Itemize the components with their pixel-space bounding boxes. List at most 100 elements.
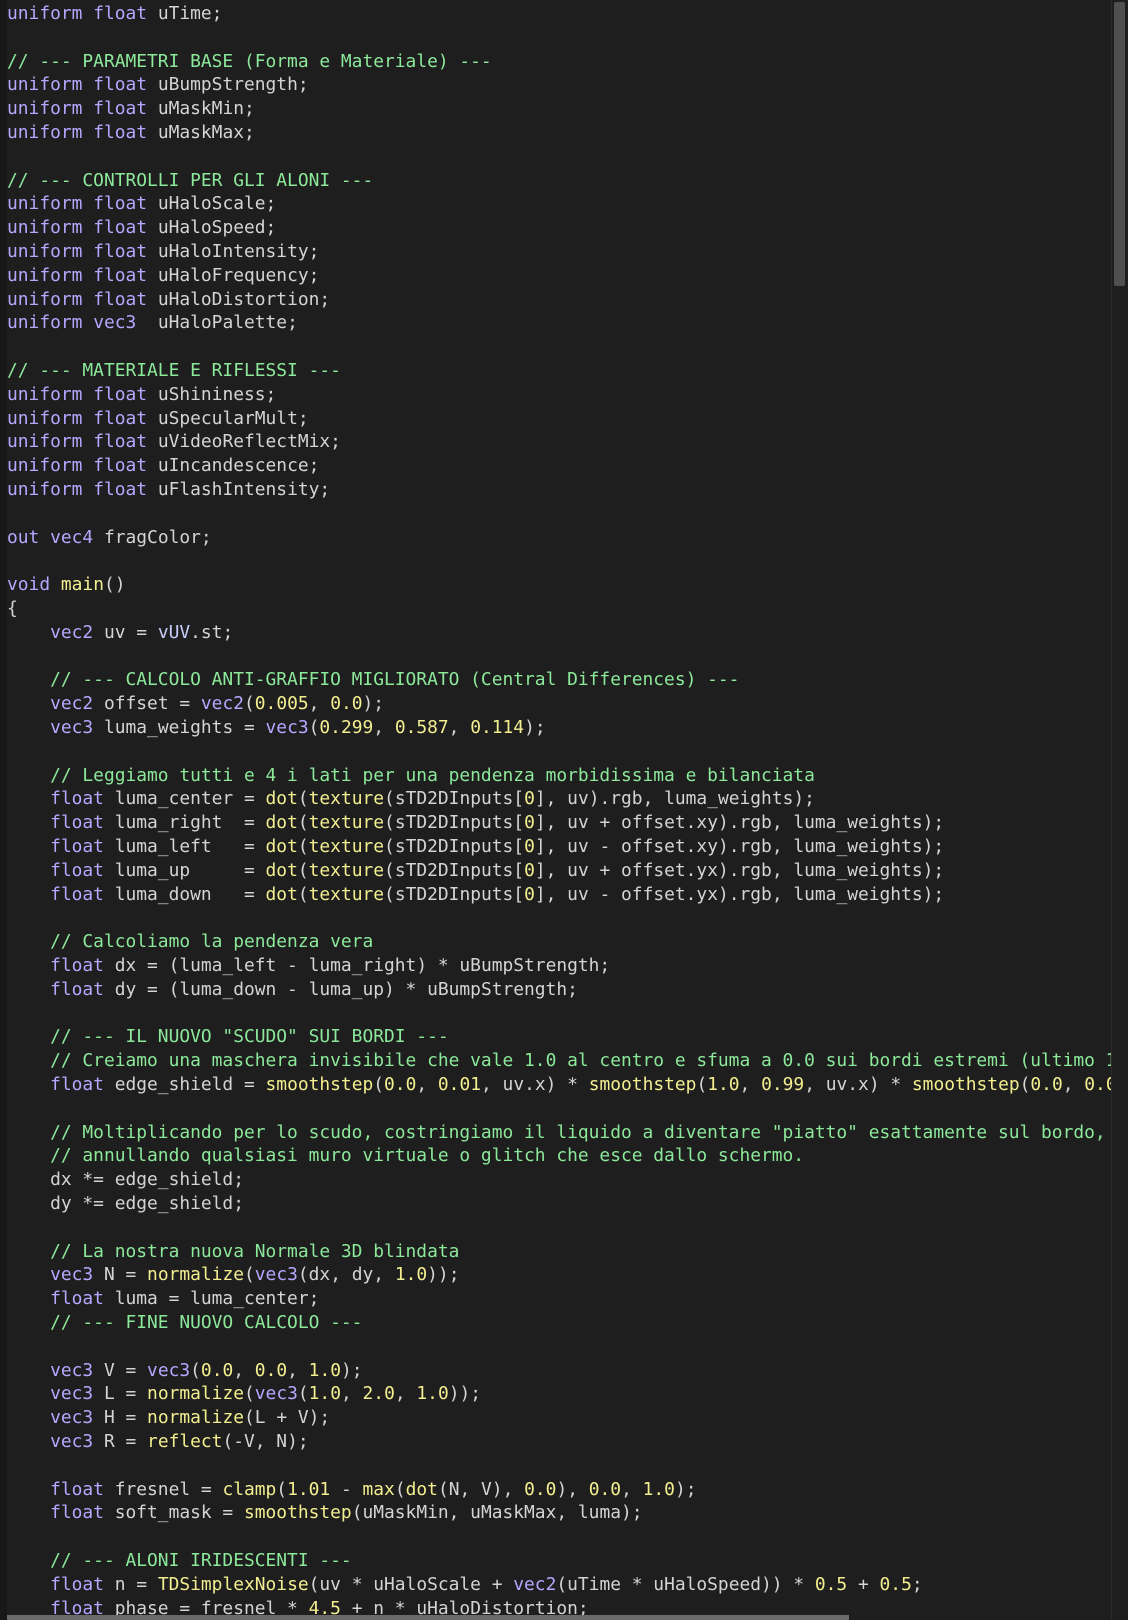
number-token: 0	[524, 836, 535, 857]
keyword-token: float	[93, 3, 148, 24]
keyword-token: float	[93, 193, 148, 215]
code-line: float n = TDSimplexNoise(uv * uHaloScale…	[7, 1573, 923, 1597]
scrollbar-thumb[interactable]	[1114, 2, 1125, 286]
keyword-token: vec3	[50, 1431, 94, 1452]
number-token: 0	[524, 812, 535, 834]
code-token: uIncandescence;	[147, 455, 320, 477]
code-line: // --- ALONI IRIDESCENTI ---	[7, 1549, 352, 1573]
function-token: clamp	[222, 1478, 277, 1500]
code-token: (sTD2DInputs[	[384, 836, 525, 857]
code-line: uniform float uHaloDistortion;	[7, 288, 330, 312]
comment-token: // --- PARAMETRI BASE (Forma e Materiale…	[7, 50, 492, 72]
horizontal-scrollbar-thumb[interactable]	[7, 1615, 849, 1620]
number-token: 0	[524, 883, 535, 905]
number-token: 0.0	[1084, 1074, 1112, 1095]
code-area[interactable]: uniform float uTime; // --- PARAMETRI BAS…	[0, 0, 1112, 1620]
keyword-token: float	[93, 217, 148, 239]
code-editor[interactable]: uniform float uTime; // --- PARAMETRI BAS…	[0, 0, 1128, 1620]
code-token: ,	[448, 717, 471, 738]
code-token: ], uv - offset.yx).rgb, luma_weights);	[534, 883, 945, 905]
code-token: (	[297, 812, 309, 834]
code-line: uniform float uTime;	[7, 2, 222, 26]
code-token: (	[244, 1264, 255, 1286]
code-line: uniform vec3 uHaloPalette;	[7, 311, 298, 335]
code-token: -	[330, 1478, 363, 1500]
function-token: dot	[265, 836, 298, 857]
code-line: vec3 R = reflect(-V, N);	[7, 1430, 309, 1454]
code-line: // Calcoliamo la pendenza vera	[7, 930, 373, 954]
code-token: dx = (luma_left - luma_right) * uBumpStr…	[103, 955, 611, 976]
code-token: (sTD2DInputs[	[384, 812, 525, 834]
code-token: );	[674, 1478, 697, 1500]
comment-token: // Creiamo una maschera invisibile che v…	[50, 1050, 1112, 1072]
code-line: float dy = (luma_down - luma_up) * uBump…	[7, 978, 578, 1002]
vertical-scrollbar[interactable]	[1111, 0, 1128, 1620]
code-token: uBumpStrength;	[147, 74, 309, 96]
code-token: (	[297, 788, 309, 810]
code-token: luma_center =	[103, 788, 266, 810]
keyword-token: float	[50, 788, 104, 810]
keyword-token: vec3	[50, 1383, 94, 1405]
number-token: 0.0	[588, 1478, 622, 1500]
keyword-token: uniform	[7, 431, 83, 453]
function-token: TDSimplexNoise	[157, 1573, 309, 1595]
code-token: uShininess;	[147, 383, 277, 405]
code-line: // --- PARAMETRI BASE (Forma e Materiale…	[7, 50, 492, 74]
code-token: ,	[233, 1359, 255, 1381]
code-token: uSpecularMult;	[147, 407, 309, 429]
keyword-token: uniform	[7, 98, 83, 120]
comment-token: // annullando qualsiasi muro virtuale o …	[50, 1145, 805, 1167]
number-token: 1.0	[707, 1074, 740, 1095]
code-token: (sTD2DInputs[	[384, 883, 525, 905]
comment-token: // Leggiamo tutti e 4 i lati per una pen…	[50, 764, 815, 786]
keyword-token: float	[50, 1074, 104, 1095]
code-token: L =	[93, 1383, 148, 1405]
code-token: uv =	[93, 621, 158, 643]
code-token: ));	[427, 1264, 460, 1286]
code-line: uniform float uHaloFrequency;	[7, 264, 319, 288]
number-token: 0	[524, 859, 535, 881]
function-token: dot	[405, 1478, 438, 1500]
code-line: float luma_center = dot(texture(sTD2DInp…	[7, 787, 815, 811]
code-line: float luma_up = dot(texture(sTD2DInputs[…	[7, 859, 944, 883]
code-token: ,	[308, 693, 331, 715]
comment-token: // La nostra nuova Normale 3D blindata	[50, 1240, 460, 1262]
code-token: (	[308, 717, 320, 738]
code-token: ()	[103, 574, 126, 596]
code-token: luma_right =	[103, 812, 266, 834]
code-token: uHaloIntensity;	[147, 241, 320, 262]
code-line: // Creiamo una maschera invisibile che v…	[7, 1049, 1112, 1073]
code-token: dx *= edge_shield;	[7, 1169, 244, 1191]
keyword-token: float	[93, 431, 148, 453]
keyword-token: uniform	[7, 3, 83, 24]
code-line: uniform float uFlashIntensity;	[7, 478, 330, 502]
code-token: ,	[621, 1478, 643, 1500]
keyword-token: uniform	[7, 193, 83, 215]
code-token: ], uv + offset.yx).rgb, luma_weights);	[534, 859, 945, 881]
code-token: {	[7, 598, 18, 619]
code-token: (	[244, 1383, 255, 1405]
code-token: );	[341, 1359, 363, 1381]
function-token: normalize	[147, 1383, 244, 1405]
code-token: (	[297, 836, 309, 857]
number-token: 2.0	[362, 1383, 395, 1405]
code-line: float fresnel = clamp(1.01 - max(dot(N, …	[7, 1478, 697, 1502]
code-token: ,	[340, 1383, 363, 1405]
keyword-token: float	[93, 288, 148, 310]
code-line: float dx = (luma_left - luma_right) * uB…	[7, 954, 610, 978]
